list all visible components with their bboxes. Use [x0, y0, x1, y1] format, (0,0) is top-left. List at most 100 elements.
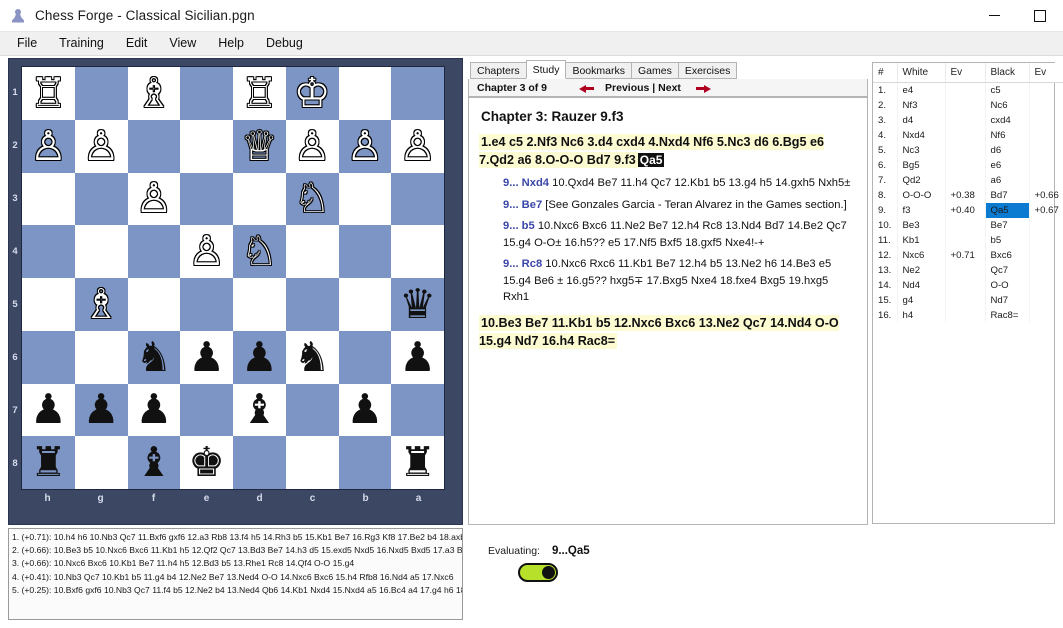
black-move[interactable]: O-O — [985, 278, 1030, 293]
board-square[interactable]: ♘ — [285, 172, 339, 226]
black-move[interactable]: a6 — [985, 173, 1030, 188]
current-move-highlight[interactable]: Qa5 — [637, 153, 665, 167]
black-eval[interactable] — [1029, 98, 1063, 113]
menu-item-debug[interactable]: Debug — [255, 33, 314, 54]
move-number[interactable]: 2. — [873, 98, 898, 113]
black-move[interactable]: e6 — [985, 158, 1030, 173]
black-eval[interactable] — [1029, 293, 1063, 308]
black-eval[interactable] — [1029, 128, 1063, 143]
chess-piece-wP[interactable]: ♙ — [294, 125, 331, 167]
black-eval[interactable] — [1029, 173, 1063, 188]
chess-piece-wQ[interactable]: ♕ — [241, 125, 278, 167]
menu-item-training[interactable]: Training — [48, 33, 115, 54]
board-square[interactable] — [233, 436, 286, 489]
study-text-body[interactable]: Chapter 3: Rauzer 9.f3 1.e4 c5 2.Nf3 Nc6… — [468, 97, 868, 525]
table-row[interactable]: 5. Nc3 d6 — [873, 143, 1063, 158]
move-number[interactable]: 3. — [873, 113, 898, 128]
moves-column-header[interactable]: Ev — [1029, 63, 1063, 83]
board-square[interactable] — [74, 330, 128, 384]
chess-piece-bR[interactable]: ♜ — [399, 442, 436, 483]
white-eval[interactable] — [945, 278, 986, 293]
chess-piece-wB[interactable]: ♗ — [135, 72, 172, 114]
variation-line[interactable]: 9... Be7 [See Gonzales Garcia - Teran Al… — [503, 197, 857, 214]
chessboard[interactable]: ♖ ♗ ♖ ♔ ♙ ♙ ♕ ♙ ♙ ♙ ♙ ♘ ♙ ♘ ♗ ♛ ♞ ♟ ♟ ♞ ♟ ♟ ♟ ♟ ♝ ♟ ♜ ♝ ♚ ♜ — [21, 66, 445, 490]
board-square[interactable] — [391, 172, 444, 226]
board-square[interactable]: ♖ — [22, 67, 75, 120]
black-eval[interactable] — [1029, 308, 1063, 323]
board-square[interactable]: ♜ — [22, 436, 75, 489]
white-eval[interactable] — [945, 82, 986, 98]
table-row[interactable]: 6. Bg5 e6 — [873, 158, 1063, 173]
board-square[interactable]: ♙ — [74, 119, 128, 173]
board-square[interactable]: ♗ — [74, 278, 128, 331]
board-square[interactable]: ♜ — [391, 436, 444, 489]
board-square[interactable]: ♝ — [127, 436, 181, 489]
chessboard-panel[interactable]: 12345678 ♖ ♗ ♖ ♔ ♙ ♙ ♕ ♙ ♙ ♙ ♙ ♘ ♙ ♘ ♗ ♛ ♞ ♟ ♟ ♞ ♟ ♟ ♟ ♟ ♝ ♟ ♜ ♝ ♚ ♜ … — [8, 58, 463, 525]
previous-next-link[interactable]: Previous | Next — [605, 82, 681, 94]
white-eval[interactable] — [945, 158, 986, 173]
board-square[interactable] — [180, 383, 233, 437]
white-move[interactable]: h4 — [897, 308, 946, 323]
table-row[interactable]: 9. f3 +0.40 Qa5 +0.67 — [873, 203, 1063, 218]
white-move[interactable]: Be3 — [897, 218, 946, 233]
moves-column-header[interactable]: # — [873, 63, 898, 83]
black-move[interactable]: cxd4 — [985, 113, 1030, 128]
engine-line[interactable]: 2. (+0.66): 10.Be3 b5 10.Nxc6 Bxc6 11.Kb… — [12, 544, 462, 557]
variation-line[interactable]: 9... b5 10.Nxc6 Bxc6 11.Ne2 Be7 12.h4 Rc… — [503, 218, 857, 251]
white-eval[interactable] — [945, 98, 986, 113]
arrow-right-icon[interactable] — [695, 83, 711, 93]
chess-piece-wP[interactable]: ♙ — [188, 231, 225, 272]
move-number[interactable]: 6. — [873, 158, 898, 173]
black-eval[interactable] — [1029, 263, 1063, 278]
black-move[interactable]: Bxc6 — [985, 248, 1030, 263]
chess-piece-wP[interactable]: ♙ — [399, 125, 436, 167]
tail-line-moves[interactable]: 10.Be3 Be7 11.Kb1 b5 12.Nxc6 Bxc6 13.Ne2… — [479, 314, 839, 349]
table-row[interactable]: 12. Nxc6 +0.71 Bxc6 — [873, 248, 1063, 263]
engine-line[interactable]: 4. (+0.41): 10.Nb3 Qc7 10.Kb1 b5 11.g4 b… — [12, 571, 459, 584]
move-number[interactable]: 13. — [873, 263, 898, 278]
board-square[interactable] — [338, 172, 392, 226]
black-move[interactable]: b5 — [985, 233, 1030, 248]
black-move[interactable]: Qa5 — [985, 203, 1030, 218]
table-row[interactable]: 15. g4 Nd7 — [873, 293, 1063, 308]
black-eval[interactable]: +0.66 — [1029, 188, 1063, 203]
board-square[interactable] — [233, 278, 286, 331]
chess-piece-bP[interactable]: ♟ — [346, 389, 383, 430]
table-row[interactable]: 1. e4 c5 — [873, 82, 1063, 98]
black-eval[interactable] — [1029, 218, 1063, 233]
black-eval[interactable] — [1029, 82, 1063, 98]
move-number[interactable]: 12. — [873, 248, 898, 263]
white-eval[interactable] — [945, 173, 986, 188]
board-square[interactable]: ♗ — [127, 67, 181, 120]
chess-piece-wP[interactable]: ♙ — [135, 178, 172, 219]
board-square[interactable]: ♝ — [233, 383, 286, 437]
chess-piece-wB[interactable]: ♗ — [83, 283, 120, 325]
black-eval[interactable] — [1029, 113, 1063, 128]
white-move[interactable]: e4 — [897, 82, 946, 98]
variation-move[interactable]: 9... Be7 — [503, 199, 542, 211]
tab-games[interactable]: Games — [630, 62, 679, 79]
board-square[interactable] — [180, 278, 233, 331]
moves-column-header[interactable]: White — [897, 63, 946, 83]
white-eval[interactable] — [945, 113, 986, 128]
black-eval[interactable] — [1029, 248, 1063, 263]
move-number[interactable]: 15. — [873, 293, 898, 308]
chess-piece-wP[interactable]: ♙ — [346, 125, 383, 167]
chess-piece-bB[interactable]: ♝ — [241, 389, 278, 430]
board-square[interactable] — [338, 278, 392, 331]
board-square[interactable]: ♟ — [127, 383, 181, 437]
black-move[interactable]: d6 — [985, 143, 1030, 158]
table-row[interactable]: 4. Nxd4 Nf6 — [873, 128, 1063, 143]
chess-piece-bB[interactable]: ♝ — [135, 442, 172, 483]
white-eval[interactable] — [945, 218, 986, 233]
tab-bookmarks[interactable]: Bookmarks — [565, 62, 632, 79]
board-square[interactable] — [285, 225, 339, 278]
table-row[interactable]: 2. Nf3 Nc6 — [873, 98, 1063, 113]
chess-piece-bN[interactable]: ♞ — [294, 336, 331, 378]
board-square[interactable]: ♔ — [285, 67, 339, 120]
move-number[interactable]: 16. — [873, 308, 898, 323]
menu-item-help[interactable]: Help — [207, 33, 255, 54]
move-number[interactable]: 8. — [873, 188, 898, 203]
board-square[interactable]: ♟ — [180, 330, 233, 384]
move-number[interactable]: 14. — [873, 278, 898, 293]
